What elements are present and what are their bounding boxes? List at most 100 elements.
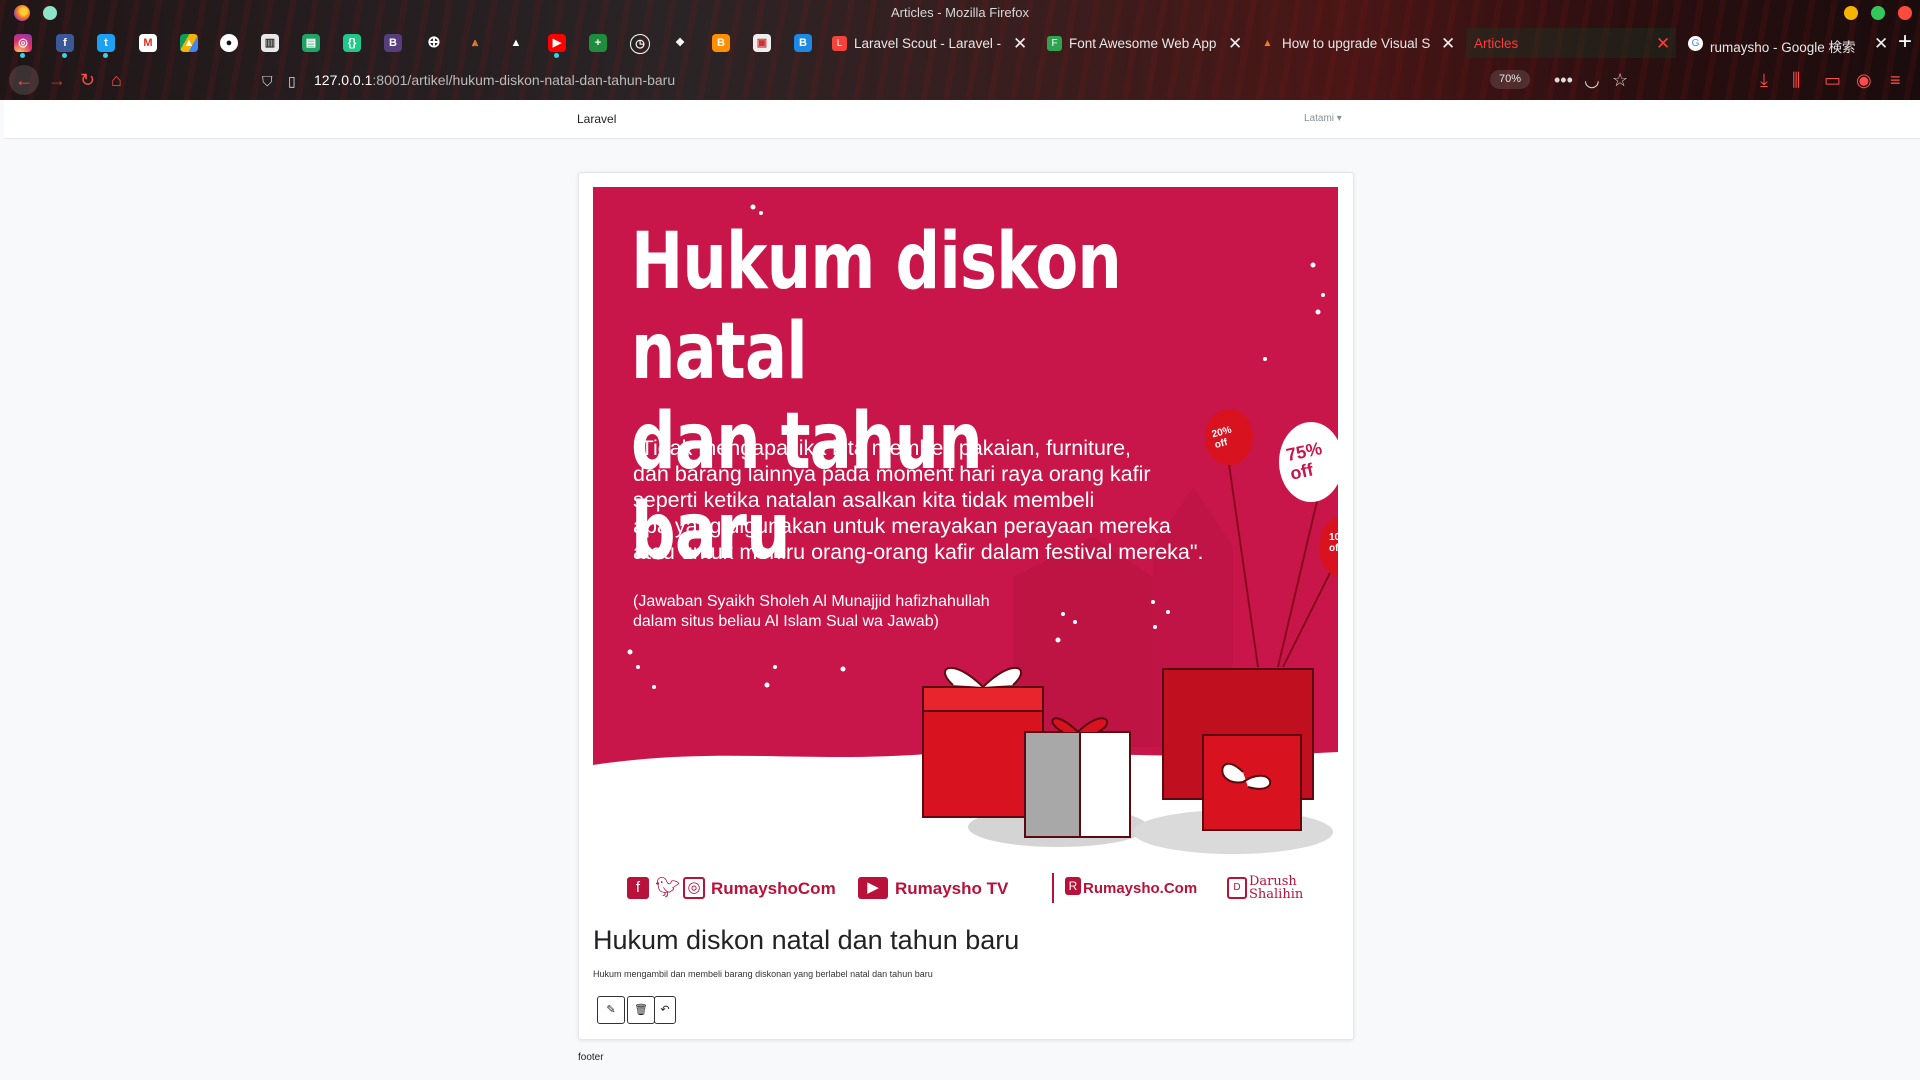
url-path: :8001/artikel/hukum-diskon-natal-dan-tah… — [372, 72, 676, 88]
youtube-channel: Rumaysho TV — [895, 879, 1009, 898]
back-arrow-icon[interactable]: ← — [9, 65, 39, 95]
quote-line: seperti ketika natalan asalkan kita tida… — [633, 488, 1095, 512]
url-host: 127.0.0.1 — [314, 72, 373, 88]
tab-articles[interactable]: Articles ✕ — [1466, 28, 1676, 58]
shield-icon[interactable]: ⛉ — [262, 70, 273, 92]
divider — [1052, 873, 1054, 903]
caret-down-icon: ▾ — [1336, 113, 1342, 124]
alert-icon[interactable]: ▲ — [507, 34, 525, 52]
sheets-icon[interactable]: ▤ — [302, 34, 320, 52]
image-social-bar: f 🐦︎ ◎ RumayshoCom ▶ Rumaysho TV R Rumay… — [627, 871, 1327, 907]
tab-label: rumaysho - Google 検索 — [1710, 40, 1856, 55]
close-tab-icon[interactable]: ✕ — [1874, 34, 1888, 54]
delete-button[interactable]: 🗑︎ — [627, 996, 655, 1024]
balloon-label: 10 off — [1329, 532, 1338, 554]
account-icon[interactable]: ◉ — [1856, 69, 1872, 91]
menu-icon[interactable]: ≡ — [1890, 69, 1901, 91]
back-button[interactable]: ↶ — [654, 996, 676, 1024]
reload-icon[interactable]: ↻ — [80, 69, 95, 91]
close-window-button[interactable] — [1898, 6, 1912, 20]
partner-logo-text: Darush Shalihin — [1249, 875, 1303, 901]
bookmark-star-icon[interactable]: ☆ — [1612, 69, 1628, 91]
article-title: Hukum diskon natal dan tahun baru — [593, 925, 1020, 955]
home-icon[interactable]: ⌂ — [111, 69, 122, 91]
window-title: Articles - Mozilla Firefox — [891, 5, 1029, 20]
youtube-icon: ▶ — [858, 877, 888, 899]
trello-icon[interactable]: ▥ — [261, 34, 279, 52]
bootstrap-icon[interactable]: B — [384, 34, 402, 52]
quote-line: "Tidak mengapa jika kita membeli pakaian… — [633, 436, 1131, 460]
edit-icon: ✎ — [606, 1004, 616, 1016]
tab-upgrade-visual[interactable]: ▲ How to upgrade Visual S ✕ — [1260, 28, 1460, 58]
site-navbar: Laravel Latami ▾ — [4, 100, 1920, 139]
site-logo-text: Rumaysho.Com — [1083, 880, 1198, 897]
site-brand-link[interactable]: Laravel — [577, 112, 616, 126]
pinned-tab-indicator — [20, 53, 25, 58]
github-icon[interactable]: ● — [220, 34, 238, 52]
blogger-icon[interactable]: B — [712, 34, 730, 52]
google-drive-icon[interactable]: ▲ — [180, 34, 198, 52]
instagram-icon[interactable]: ◎ — [14, 34, 32, 52]
page-actions-icon[interactable]: ••• — [1554, 69, 1573, 91]
article-description: Hukum mengambil dan membeli barang disko… — [593, 969, 933, 979]
close-tab-icon[interactable]: ✕ — [1656, 34, 1670, 54]
edit-button[interactable]: ✎ — [597, 996, 625, 1024]
partner-logo-line: Shalihin — [1249, 887, 1304, 902]
maximize-button[interactable] — [1871, 6, 1885, 20]
facebook-icon: f — [627, 877, 649, 899]
laravel-icon: L — [832, 36, 847, 51]
youtube-icon[interactable]: ▶ — [548, 34, 566, 52]
stackoverflow-icon: ▲ — [1262, 38, 1273, 49]
page-icon: ▯ — [288, 73, 296, 89]
forward-arrow-icon[interactable]: → — [48, 69, 66, 91]
close-tab-icon[interactable]: ✕ — [1228, 34, 1242, 54]
source-line: (Jawaban Syaikh Sholeh Al Munajjid hafiz… — [633, 593, 990, 610]
close-tab-icon[interactable]: ✕ — [1441, 34, 1455, 54]
b-icon[interactable]: B — [794, 34, 812, 52]
minimize-button[interactable] — [1844, 6, 1858, 20]
twitter-icon: 🐦︎ — [655, 877, 681, 899]
mindmap-icon[interactable]: ❖ — [671, 34, 689, 52]
user-menu-dropdown[interactable]: Latami ▾ — [1304, 113, 1342, 124]
url-text[interactable]: 127.0.0.1:8001/artikel/hukum-diskon-nata… — [314, 72, 675, 88]
app-icon[interactable]: ▣ — [753, 34, 771, 52]
close-tab-icon[interactable]: ✕ — [1013, 34, 1027, 54]
sidebar-icon[interactable]: ▭ — [1824, 69, 1841, 91]
navigation-toolbar: ← → ↻ ⌂ ⛉ ▯ 127.0.0.1:8001/artikel/hukum… — [0, 60, 1920, 100]
zoom-level-badge[interactable]: 70% — [1490, 70, 1530, 89]
library-icon[interactable]: ⫼ — [1792, 69, 1800, 91]
title-bar: Articles - Mozilla Firefox — [0, 0, 1920, 26]
url-bar[interactable]: ⛉ ▯ 127.0.0.1:8001/artikel/hukum-diskon-… — [258, 68, 1498, 92]
tab-strip: ◎ f t M ▲ ● ▥ ▤ {} B ⊕ ⩓ ▲ ▶ + ◷ ❖ B ▣ B… — [0, 26, 1920, 60]
new-tab-button[interactable]: + — [1898, 29, 1912, 55]
cone-icon[interactable]: ⩓ — [466, 34, 484, 52]
pinned-tab-indicator — [62, 53, 67, 58]
rumaysho-logo-icon: R — [1065, 877, 1081, 895]
gmail-icon[interactable]: M — [139, 34, 157, 52]
tab-label: Laravel Scout - Laravel - — [854, 36, 1002, 51]
timer-icon[interactable]: ◷ — [630, 34, 650, 54]
pinned-tab-indicator — [103, 53, 108, 58]
globe-icon[interactable]: ⊕ — [425, 34, 443, 52]
undo-icon: ↶ — [660, 1004, 670, 1016]
quote-line: atau untuk meniru orang-orang kafir dala… — [633, 540, 1204, 564]
image-quote: "Tidak mengapa jika kita membeli pakaian… — [633, 435, 1273, 565]
pocket-icon[interactable]: ◡ — [1584, 69, 1600, 91]
quote-line: apa yang digunakan untuk merayakan peray… — [633, 514, 1171, 538]
tab-laravel-scout[interactable]: L Laravel Scout - Laravel - ✕ — [832, 28, 1032, 58]
facebook-icon[interactable]: f — [56, 34, 74, 52]
source-line: dalam situs beliau Al Islam Sual wa Jawa… — [633, 613, 939, 630]
tab-font-awesome[interactable]: F Font Awesome Web App ✕ — [1047, 28, 1247, 58]
tab-google-search[interactable]: G rumaysho - Google 検索 ✕ — [1688, 28, 1893, 58]
font-awesome-icon: F — [1047, 36, 1062, 51]
browser-chrome: Articles - Mozilla Firefox ◎ f t M ▲ ● ▥… — [0, 0, 1920, 100]
tab-label: Articles — [1474, 36, 1519, 51]
twitter-icon[interactable]: t — [97, 34, 115, 52]
article-card: Hukum diskon natal dan tahun baru "Tidak… — [578, 172, 1354, 1040]
download-icon[interactable]: ⤓ — [1760, 69, 1768, 91]
tab-label: Font Awesome Web App — [1069, 36, 1217, 51]
sheets-plus-icon[interactable]: + — [589, 34, 607, 52]
json-icon[interactable]: {} — [343, 34, 361, 52]
tab-label: How to upgrade Visual S — [1282, 36, 1431, 51]
image-headline-line: Hukum diskon natal — [631, 217, 1122, 397]
